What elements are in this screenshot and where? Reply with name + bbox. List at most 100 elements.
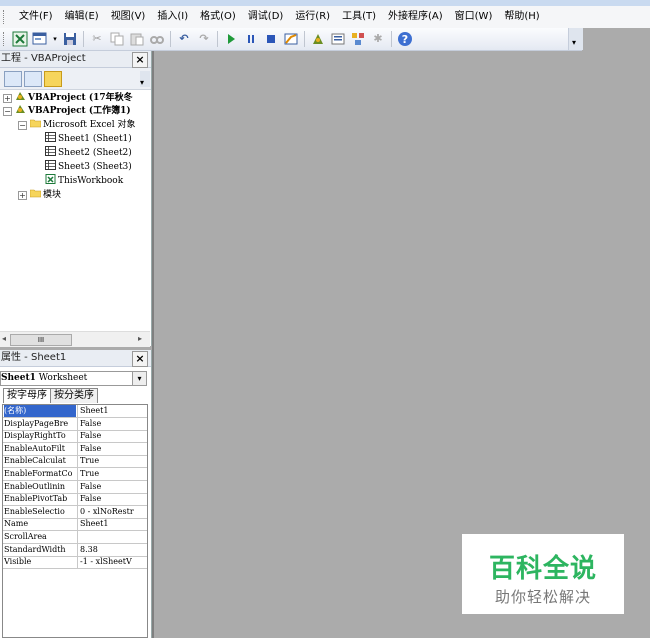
tree-node-sheet2[interactable]: Sheet2 (Sheet2)	[45, 146, 132, 159]
property-value[interactable]: 8.38	[77, 543, 147, 556]
property-row[interactable]: EnableOutlinin False	[3, 480, 147, 494]
menu-grip[interactable]	[3, 10, 7, 24]
property-row[interactable]: StandardWidth 8.38	[3, 543, 147, 557]
chevron-down-icon[interactable]: ▾	[140, 71, 150, 87]
property-name: StandardWidth	[4, 544, 66, 554]
menu-view[interactable]: 视图(V)	[105, 6, 152, 28]
tree-node-sheet1[interactable]: Sheet1 (Sheet1)	[45, 132, 132, 145]
property-row[interactable]: EnableFormatCo True	[3, 468, 147, 481]
menu-format[interactable]: 格式(O)	[194, 6, 242, 28]
property-value[interactable]: False	[77, 430, 147, 443]
vba-project-icon	[15, 91, 26, 101]
toolbar-grip[interactable]	[3, 32, 7, 46]
menu-debug[interactable]: 调试(D)	[242, 6, 290, 28]
paste-icon[interactable]	[129, 31, 145, 47]
property-name: Visible	[4, 557, 32, 567]
tree-node-excel-objects[interactable]: Microsoft Excel 对象	[29, 118, 135, 131]
property-name: DisplayPageBre	[4, 418, 69, 428]
help-icon[interactable]: ?	[397, 31, 413, 47]
property-name: Name	[4, 519, 29, 529]
scroll-right-icon[interactable]: ▸	[138, 334, 142, 343]
chevron-down-icon[interactable]: ▾	[132, 372, 146, 385]
toolbar-options-handle[interactable]: ▾	[568, 28, 583, 50]
watermark-subtitle: 助你轻松解决	[494, 588, 591, 606]
menu-tools[interactable]: 工具(T)	[336, 6, 382, 28]
expand-icon[interactable]: +	[18, 191, 27, 200]
redo-icon[interactable]: ↷	[196, 31, 212, 47]
copy-icon[interactable]	[109, 31, 125, 47]
undo-icon[interactable]: ↶	[176, 31, 192, 47]
toolbox-icon[interactable]: ✱	[370, 31, 386, 47]
property-value[interactable]	[77, 531, 147, 543]
property-row[interactable]: EnableCalculat True	[3, 455, 147, 469]
property-value[interactable]: 0 - xlNoRestr	[77, 505, 147, 518]
property-row[interactable]: (名称) Sheet1	[3, 405, 147, 418]
property-value[interactable]: False	[77, 417, 147, 430]
property-row[interactable]: Visible -1 - xlSheetV	[3, 556, 147, 570]
tree-node-vbaproject-2[interactable]: VBAProject (工作簿1)	[15, 104, 131, 117]
menu-file[interactable]: 文件(F)	[13, 6, 59, 28]
property-row[interactable]: DisplayPageBre False	[3, 417, 147, 431]
menu-help[interactable]: 帮助(H)	[498, 6, 545, 28]
close-properties-button[interactable]: ×	[132, 351, 148, 367]
insert-userform-icon[interactable]	[32, 31, 48, 47]
menu-window[interactable]: 窗口(W)	[449, 6, 499, 28]
pause-icon[interactable]	[243, 31, 259, 47]
property-value[interactable]: True	[77, 468, 147, 480]
design-mode-icon[interactable]	[283, 31, 299, 47]
property-value[interactable]: False	[77, 442, 147, 455]
menu-addins[interactable]: 外接程序(A)	[382, 6, 449, 28]
tab-alphabetic[interactable]: 按字母序	[3, 388, 51, 403]
object-browser-icon[interactable]	[350, 31, 366, 47]
property-row[interactable]: ScrollArea	[3, 531, 147, 544]
excel-icon[interactable]	[12, 31, 28, 47]
property-row[interactable]: EnableAutoFilt False	[3, 442, 147, 456]
find-icon[interactable]	[149, 31, 165, 47]
property-value[interactable]: False	[77, 480, 147, 493]
toggle-folders-icon[interactable]	[44, 71, 62, 87]
view-object-icon[interactable]	[24, 71, 42, 87]
menu-edit[interactable]: 编辑(E)	[59, 6, 105, 28]
toolbar-separator	[83, 31, 84, 47]
property-name: EnableSelectio	[4, 506, 65, 516]
object-selector[interactable]: Sheet1 Worksheet ▾	[0, 371, 147, 386]
tab-categorized[interactable]: 按分类序	[50, 388, 98, 403]
toolbar-separator	[391, 31, 392, 47]
menu-insert[interactable]: 插入(I)	[151, 6, 194, 28]
menu-run[interactable]: 运行(R)	[289, 6, 336, 28]
project-explorer-title: 工程 - VBAProject	[0, 51, 151, 68]
tree-node-thisworkbook[interactable]: ThisWorkbook	[45, 174, 123, 187]
worksheet-icon	[45, 146, 56, 156]
tree-node-vbaproject-1[interactable]: VBAProject (17年秋冬	[15, 91, 133, 104]
chevron-down-icon[interactable]: ▾	[52, 31, 58, 47]
expand-icon[interactable]: +	[3, 94, 12, 103]
tree-node-modules[interactable]: 模块	[29, 188, 61, 201]
property-name: EnableCalculat	[4, 456, 66, 466]
property-value[interactable]: True	[77, 455, 147, 468]
run-icon[interactable]	[223, 31, 239, 47]
tree-node-sheet3[interactable]: Sheet3 (Sheet3)	[45, 160, 132, 173]
close-project-explorer-button[interactable]: ×	[132, 52, 148, 68]
property-row[interactable]: Name Sheet1	[3, 518, 147, 532]
property-value[interactable]: Sheet1	[77, 405, 147, 417]
menu-bar: 文件(F) 编辑(E) 视图(V) 插入(I) 格式(O) 调试(D) 运行(R…	[0, 6, 650, 28]
scrollbar-thumb[interactable]: III	[10, 334, 72, 346]
scroll-left-icon[interactable]: ◂	[2, 334, 6, 343]
properties-icon[interactable]	[330, 31, 346, 47]
property-value[interactable]: -1 - xlSheetV	[77, 556, 147, 569]
stop-icon[interactable]	[263, 31, 279, 47]
collapse-icon[interactable]: −	[18, 121, 27, 130]
property-value[interactable]: False	[77, 493, 147, 506]
project-explorer-icon[interactable]	[310, 31, 326, 47]
properties-tabs: 按字母序 按分类序	[3, 388, 98, 403]
toolbar-separator	[304, 31, 305, 47]
collapse-icon[interactable]: −	[3, 107, 12, 116]
project-horizontal-scrollbar[interactable]: ◂ III ▸	[0, 331, 150, 347]
property-value[interactable]: Sheet1	[77, 518, 147, 531]
view-code-icon[interactable]	[4, 71, 22, 87]
property-row[interactable]: DisplayRightTo False	[3, 430, 147, 444]
save-icon[interactable]	[62, 31, 78, 47]
property-row[interactable]: EnableSelectio 0 - xlNoRestr	[3, 505, 147, 519]
property-row[interactable]: EnablePivotTab False	[3, 493, 147, 507]
cut-icon[interactable]: ✂	[89, 31, 105, 47]
